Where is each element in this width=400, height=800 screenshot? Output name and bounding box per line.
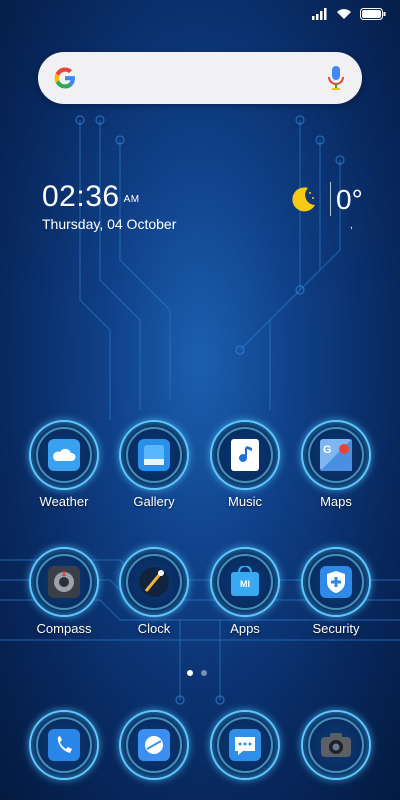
clock-icon	[139, 567, 169, 597]
message-icon	[229, 729, 261, 761]
weather-divider	[330, 182, 331, 216]
app-weather[interactable]: Weather	[24, 422, 104, 509]
temperature-sub: ,	[350, 220, 353, 231]
clock-date: Thursday, 04 October	[42, 216, 177, 232]
dock-phone[interactable]	[24, 712, 104, 778]
app-label: Gallery	[133, 494, 175, 509]
app-clock[interactable]: Clock	[114, 549, 194, 636]
signal-icon	[312, 8, 327, 20]
page-dot-active[interactable]	[187, 670, 193, 676]
app-label: Apps	[230, 621, 260, 636]
app-label: Compass	[36, 621, 92, 636]
clock-widget[interactable]: 02:36 AM	[42, 180, 140, 214]
svg-text:G: G	[323, 444, 332, 456]
dock-camera[interactable]	[296, 712, 376, 778]
app-gallery[interactable]: Gallery	[114, 422, 194, 509]
weather-widget[interactable]: 0° ,	[288, 182, 378, 232]
google-search-bar[interactable]	[38, 52, 362, 104]
clock-time: 02:36	[42, 180, 120, 213]
google-g-icon	[54, 67, 75, 89]
temperature: 0°	[336, 184, 363, 215]
app-label: Security	[312, 621, 360, 636]
dock-browser[interactable]	[114, 712, 194, 778]
clock-ampm: AM	[123, 194, 140, 205]
svg-text:MI: MI	[240, 579, 250, 589]
status-bar	[0, 0, 400, 30]
page-dot[interactable]	[201, 670, 207, 676]
mic-icon[interactable]	[328, 65, 344, 91]
app-apps[interactable]: MI Apps	[205, 549, 285, 636]
maps-icon: G	[320, 439, 352, 471]
music-note-icon	[231, 439, 259, 471]
phone-icon	[48, 729, 80, 761]
app-maps[interactable]: G Maps	[296, 422, 376, 509]
shield-plus-icon	[320, 566, 352, 598]
app-compass[interactable]: Compass	[24, 549, 104, 636]
app-label: Weather	[39, 494, 89, 509]
camera-icon	[321, 733, 351, 757]
compass-icon	[48, 566, 80, 598]
wifi-icon	[337, 9, 351, 19]
weather-cloud-icon	[48, 439, 80, 471]
page-indicator	[187, 670, 207, 676]
mi-apps-icon: MI	[231, 566, 259, 596]
browser-icon	[138, 729, 170, 761]
app-security[interactable]: Security	[296, 549, 376, 636]
circuit-wallpaper	[0, 115, 400, 705]
moon-icon	[292, 187, 315, 212]
dock-messages[interactable]	[205, 712, 285, 778]
app-label: Maps	[320, 494, 352, 509]
app-music[interactable]: Music	[205, 422, 285, 509]
app-label: Clock	[137, 621, 171, 636]
gallery-icon	[138, 439, 170, 471]
app-label: Music	[228, 494, 262, 509]
battery-icon	[360, 8, 386, 20]
